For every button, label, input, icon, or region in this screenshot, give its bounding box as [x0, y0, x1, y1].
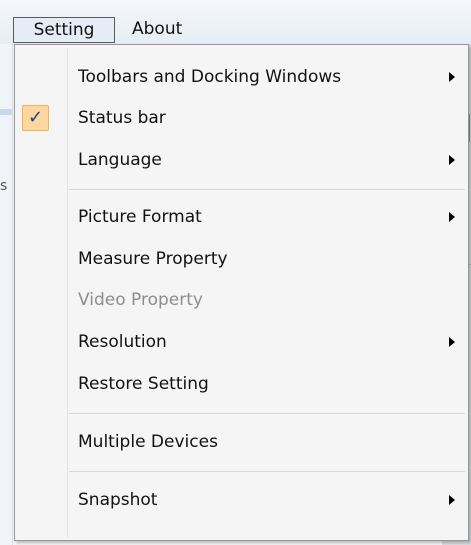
submenu-arrow-icon [449, 212, 455, 222]
menu-item-label: Restore Setting [78, 374, 209, 394]
menu-separator [69, 189, 465, 190]
setting-dropdown-menu: Toolbars and Docking Windows ✓ Status ba… [14, 44, 469, 541]
menu-item-picture-format[interactable]: Picture Format [18, 199, 465, 235]
menu-item-label: Measure Property [78, 249, 228, 269]
menu-item-label: Video Property [78, 290, 203, 310]
menu-item-label: Language [78, 150, 162, 170]
menu-item-language[interactable]: Language [18, 142, 465, 178]
menu-item-snapshot[interactable]: Snapshot [18, 482, 465, 518]
menu-separator [69, 413, 465, 414]
submenu-arrow-icon [449, 337, 455, 347]
submenu-arrow-icon [449, 72, 455, 82]
menu-item-resolution[interactable]: Resolution [18, 324, 465, 360]
submenu-arrow-icon [449, 155, 455, 165]
menu-setting[interactable]: Setting [13, 17, 115, 43]
submenu-arrow-icon [449, 495, 455, 505]
background-clipped-text: s [0, 178, 8, 194]
menu-item-label: Toolbars and Docking Windows [78, 67, 342, 87]
menu-item-toolbars-docking-windows[interactable]: Toolbars and Docking Windows [18, 59, 465, 95]
menu-item-measure-property[interactable]: Measure Property [18, 241, 465, 277]
menu-item-restore-setting[interactable]: Restore Setting [18, 366, 465, 402]
menu-item-label: Status bar [78, 108, 166, 128]
checkmark-icon: ✓ [22, 105, 49, 131]
background-toolbar-strip [0, 109, 12, 115]
menu-item-label: Multiple Devices [78, 432, 218, 452]
menu-separator [69, 471, 465, 472]
menu-bar: Setting About [0, 0, 471, 45]
menu-item-label: Picture Format [78, 207, 202, 227]
menu-item-status-bar[interactable]: ✓ Status bar [18, 100, 465, 136]
menu-item-label: Resolution [78, 332, 167, 352]
menu-about[interactable]: About [120, 17, 194, 43]
menu-item-label: Snapshot [78, 490, 158, 510]
menu-item-video-property: Video Property [18, 282, 465, 318]
background-left-panel: s [0, 44, 13, 545]
menu-item-multiple-devices[interactable]: Multiple Devices [18, 424, 465, 460]
